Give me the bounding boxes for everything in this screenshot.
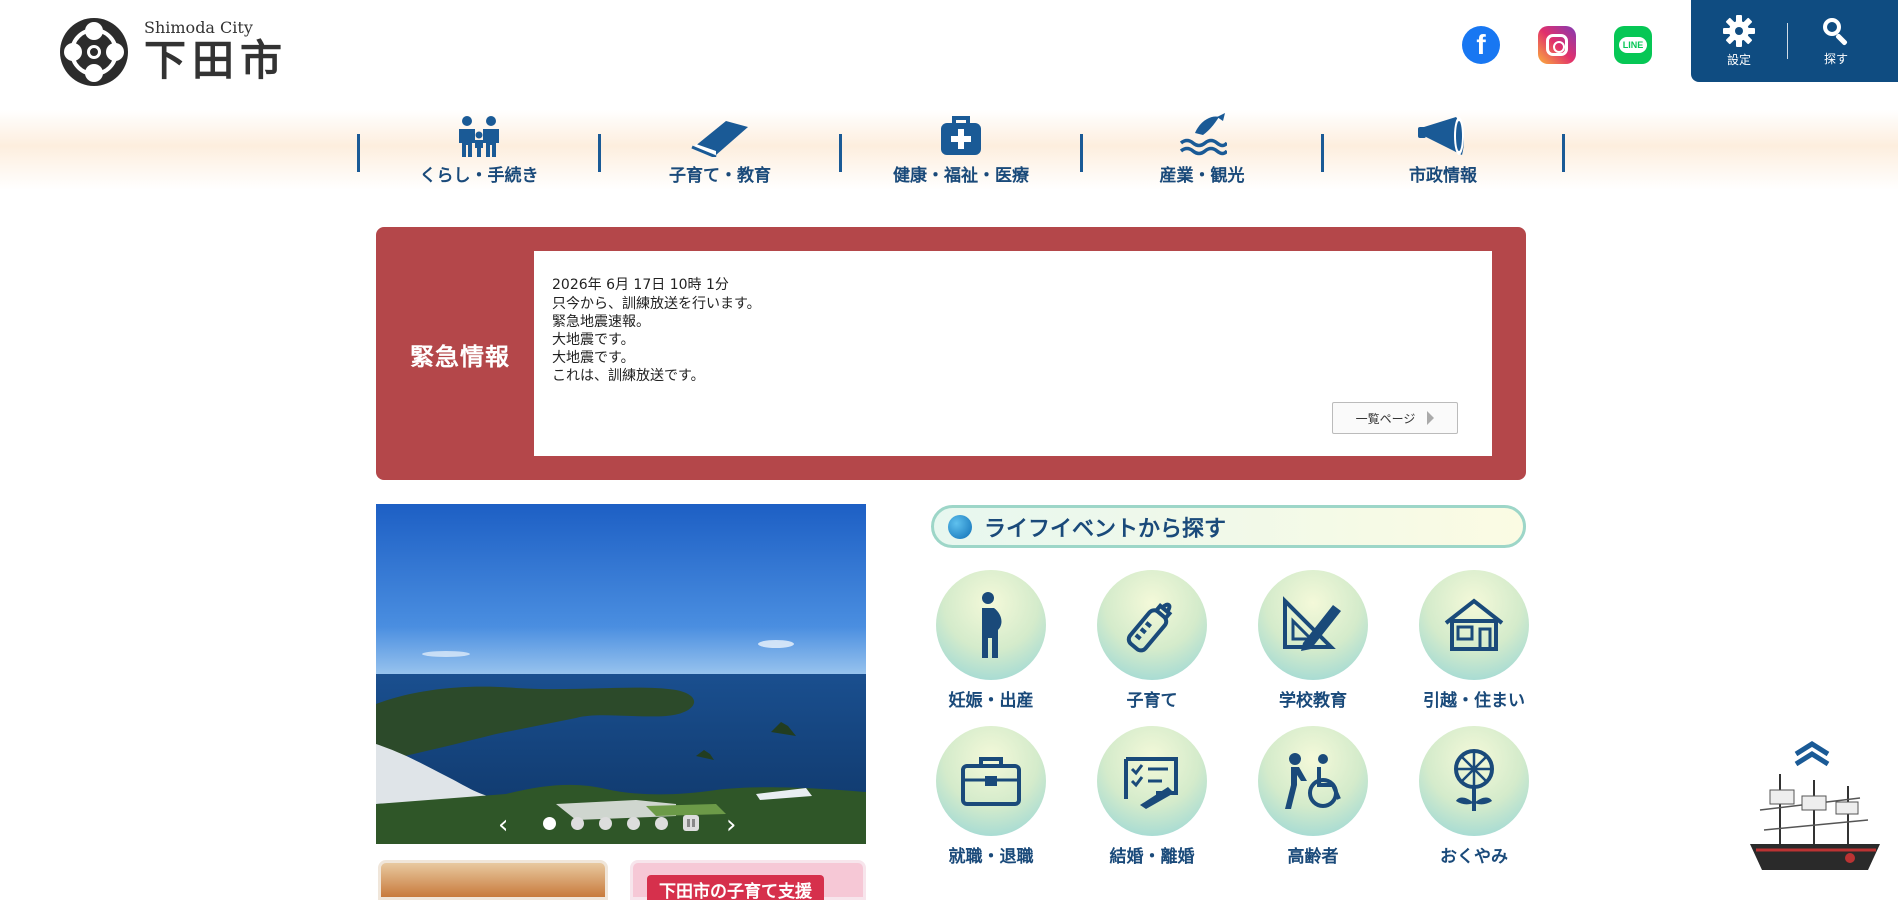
emergency-message-box: 2026年 6月 17日 10時 1分 只今から、訓練放送を行います。 緊急地震…	[534, 251, 1492, 456]
emergency-date: 2026年 6月 17日 10時 1分	[552, 277, 729, 293]
page: Shimoda City 下田市 f LINE 設定 探す くらし・手続き 子育…	[0, 0, 1898, 900]
life-item-label: 高齢者	[1287, 847, 1339, 867]
childcare-banner-label: 下田市の子育て支援	[647, 875, 824, 900]
life-item-pregnancy[interactable]: 妊娠・出産	[931, 570, 1051, 720]
nav-label: 市政情報	[1409, 166, 1477, 186]
slide-next-button[interactable]: ›	[726, 810, 736, 840]
life-item-childcare[interactable]: 子育て	[1092, 570, 1212, 720]
certificate-icon	[1097, 726, 1207, 836]
life-item-label: 妊娠・出産	[948, 691, 1034, 711]
line-label: LINE	[1618, 37, 1648, 53]
play-arrow-icon	[1427, 411, 1435, 425]
book-icon	[690, 114, 750, 157]
life-item-school[interactable]: 学校教育	[1253, 570, 1373, 720]
banner-area: 下田市の子育て支援	[376, 860, 866, 900]
life-item-moving[interactable]: 引越・住まい	[1414, 570, 1534, 720]
emergency-title: 緊急情報	[410, 343, 510, 371]
nav-item-city-admin[interactable]: 市政情報	[1324, 114, 1562, 190]
city-emblem-icon	[60, 18, 128, 86]
bullet-icon	[948, 514, 972, 539]
nav-item-childcare[interactable]: 子育て・教育	[601, 114, 839, 190]
pregnancy-icon	[936, 570, 1046, 680]
megaphone-icon	[1416, 114, 1470, 157]
logo-japanese: 下田市	[144, 36, 289, 85]
slide-dot[interactable]	[655, 816, 668, 830]
header-tools: 設定 探す	[1691, 0, 1898, 82]
ruler-pencil-icon	[1258, 570, 1368, 680]
logo-english: Shimoda City	[144, 18, 253, 37]
food-banner[interactable]	[378, 860, 608, 900]
nav-label: くらし・手続き	[419, 166, 539, 186]
nav-divider	[1562, 134, 1565, 172]
site-logo[interactable]: Shimoda City 下田市	[60, 18, 288, 86]
chrysanthemum-icon	[1419, 726, 1529, 836]
life-item-employment[interactable]: 就職・退職	[931, 726, 1051, 876]
life-events-title: ライフイベントから探す	[984, 516, 1227, 542]
life-item-label: 就職・退職	[948, 847, 1034, 867]
slide-dot[interactable]	[571, 816, 584, 830]
line-icon[interactable]: LINE	[1614, 26, 1652, 64]
slide-prev-button[interactable]: ‹	[498, 810, 508, 840]
emergency-panel: 緊急情報 2026年 6月 17日 10時 1分 只今から、訓練放送を行います。…	[376, 227, 1526, 480]
emergency-line: 緊急地震速報。	[552, 314, 650, 330]
tool-divider	[1787, 23, 1788, 59]
emergency-list-button[interactable]: 一覧ページ	[1332, 402, 1458, 434]
gear-icon	[1723, 14, 1755, 47]
baby-bottle-icon	[1097, 570, 1207, 680]
black-ship-icon	[1750, 741, 1880, 870]
pause-icon[interactable]	[683, 815, 699, 831]
main-nav: くらし・手続き 子育て・教育 健康・福祉・医療 産業・観光 市政情報	[357, 113, 1565, 190]
emergency-line: これは、訓練放送です。	[552, 368, 705, 384]
medical-bag-icon	[939, 114, 983, 157]
emergency-line: 大地震です。	[552, 332, 635, 348]
life-item-label: 結婚・離婚	[1109, 847, 1195, 867]
nav-label: 子育て・教育	[669, 166, 771, 186]
search-icon	[1821, 16, 1851, 46]
nav-label: 健康・福祉・医療	[893, 166, 1029, 186]
search-button[interactable]: 探す	[1788, 0, 1884, 82]
nav-label: 産業・観光	[1159, 166, 1245, 186]
life-item-label: 子育て	[1126, 691, 1178, 711]
life-item-label: 引越・住まい	[1423, 691, 1525, 711]
emergency-line: 只今から、訓練放送を行います。	[552, 296, 761, 312]
life-item-label: 学校教育	[1279, 691, 1347, 711]
nav-item-industry[interactable]: 産業・観光	[1083, 113, 1321, 190]
emergency-line: 大地震です。	[552, 350, 635, 366]
family-icon	[453, 114, 505, 157]
facebook-icon[interactable]: f	[1462, 26, 1500, 64]
slide-image-bay	[376, 504, 866, 844]
settings-label: 設定	[1726, 52, 1751, 67]
settings-button[interactable]: 設定	[1691, 0, 1787, 82]
wheelchair-icon	[1258, 726, 1368, 836]
childcare-banner[interactable]: 下田市の子育て支援	[630, 860, 866, 900]
instagram-icon[interactable]	[1538, 26, 1576, 64]
slide-pagination	[543, 815, 699, 831]
nav-item-health[interactable]: 健康・福祉・医療	[842, 114, 1080, 190]
life-item-condolence[interactable]: おくやみ	[1414, 726, 1534, 876]
slide-dot[interactable]	[543, 816, 556, 830]
slide-dot[interactable]	[627, 816, 640, 830]
house-icon	[1419, 570, 1529, 680]
emergency-list-label: 一覧ページ	[1355, 411, 1416, 426]
nav-item-living[interactable]: くらし・手続き	[360, 114, 598, 190]
fish-wave-icon	[1177, 113, 1227, 157]
hero-slideshow: ‹ ›	[376, 504, 866, 844]
life-item-elderly[interactable]: 高齢者	[1253, 726, 1373, 876]
life-item-marriage[interactable]: 結婚・離婚	[1092, 726, 1212, 876]
page-top-button[interactable]	[1740, 740, 1890, 880]
slide-dot[interactable]	[599, 816, 612, 830]
briefcase-icon	[936, 726, 1046, 836]
search-label: 探す	[1823, 51, 1848, 66]
life-events-heading: ライフイベントから探す	[931, 505, 1526, 548]
life-item-label: おくやみ	[1440, 847, 1508, 867]
